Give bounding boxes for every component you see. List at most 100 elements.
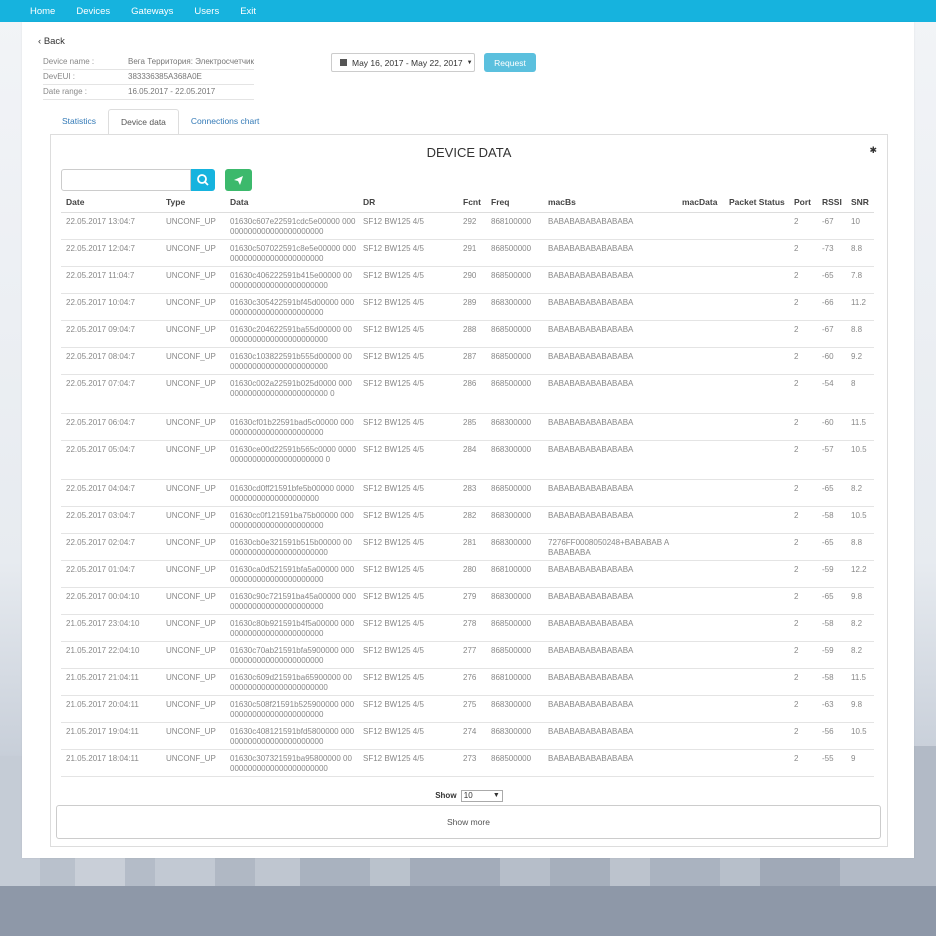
col-data[interactable]: Data xyxy=(230,197,248,207)
row-data: 01630c70ab21591bfa5900000 00000000000000… xyxy=(230,646,355,665)
row-data: 01630c90c721591ba45a00000 00000000000000… xyxy=(230,592,356,611)
nav-exit[interactable]: Exit xyxy=(240,6,256,17)
row-macbs: BABABABABABABABA xyxy=(548,325,634,334)
row-macbs: BABABABABABABABA xyxy=(548,418,634,427)
back-link[interactable]: ‹ Back xyxy=(38,36,65,47)
request-button[interactable]: Request xyxy=(484,53,536,72)
row-rssi: -59 xyxy=(822,646,834,655)
row-macbs: BABABABABABABABA xyxy=(548,619,634,628)
row-fcnt: 284 xyxy=(463,445,477,454)
row-rssi: -58 xyxy=(822,673,834,682)
page-size-control: Show 10 ▼ xyxy=(51,790,887,802)
row-macbs: BABABABABABABABA xyxy=(548,592,634,601)
top-navbar: Home Devices Gateways Users Exit xyxy=(0,0,936,22)
row-dr: SF12 BW125 4/5 xyxy=(363,379,424,388)
row-freq: 868300000 xyxy=(491,538,532,547)
col-date[interactable]: Date xyxy=(66,197,84,207)
row-fcnt: 289 xyxy=(463,298,477,307)
row-macbs: 7276FF0008050248+BABABAB ABABABABA xyxy=(548,538,670,557)
date-range-picker[interactable]: May 16, 2017 - May 22, 2017 ▼ xyxy=(331,53,475,72)
row-date: 21.05.2017 23:04:10 xyxy=(66,619,140,628)
row-fcnt: 279 xyxy=(463,592,477,601)
tab-statistics[interactable]: Statistics xyxy=(50,109,108,133)
device-data-card: DEVICE DATA ✱ Date Type Data DR Fcnt Fre… xyxy=(50,134,888,847)
gear-icon[interactable]: ✱ xyxy=(869,145,877,156)
back-label: Back xyxy=(43,36,65,47)
row-macbs: BABABABABABABABA xyxy=(548,646,634,655)
row-freq: 868300000 xyxy=(491,418,532,427)
tab-connections-chart[interactable]: Connections chart xyxy=(179,109,272,133)
row-macbs: BABABABABABABABA xyxy=(548,700,634,709)
col-freq[interactable]: Freq xyxy=(491,197,509,207)
nav-devices[interactable]: Devices xyxy=(76,6,110,17)
table-row: 22.05.2017 13:04:7 UNCONF_UP 01630c607e225… xyxy=(61,213,874,240)
row-dr: SF12 BW125 4/5 xyxy=(363,217,424,226)
col-dr[interactable]: DR xyxy=(363,197,375,207)
nav-gateways[interactable]: Gateways xyxy=(131,6,173,17)
show-label: Show xyxy=(435,791,457,801)
table-row: 22.05.2017 07:04:7 UNCONF_UP 01630c002a225… xyxy=(61,375,874,414)
row-fcnt: 278 xyxy=(463,619,477,628)
col-rssi[interactable]: RSSI xyxy=(822,197,842,207)
caret-down-icon: ▼ xyxy=(492,792,500,799)
row-freq: 868300000 xyxy=(491,700,532,709)
row-data: 01630cb0e321591b515b00000 00000000000000… xyxy=(230,538,352,557)
date-range-value: 16.05.2017 - 22.05.2017 xyxy=(128,87,216,96)
row-snr: 10.5 xyxy=(851,445,867,454)
row-fcnt: 288 xyxy=(463,325,477,334)
row-dr: SF12 BW125 4/5 xyxy=(363,619,424,628)
col-fcnt[interactable]: Fcnt xyxy=(463,197,481,207)
tab-device-data[interactable]: Device data xyxy=(108,109,179,137)
col-packet-status[interactable]: Packet Status xyxy=(729,197,785,207)
tab-bar: Statistics Device data Connections chart xyxy=(50,109,272,137)
row-type: UNCONF_UP xyxy=(166,727,216,736)
search-input[interactable] xyxy=(61,169,191,191)
row-macbs: BABABABABABABABA xyxy=(548,511,634,520)
row-fcnt: 282 xyxy=(463,511,477,520)
table-row: 21.05.2017 20:04:11 UNCONF_UP 01630c508f21… xyxy=(61,696,874,723)
col-macbs[interactable]: macBs xyxy=(548,197,576,207)
row-dr: SF12 BW125 4/5 xyxy=(363,646,424,655)
send-button[interactable] xyxy=(225,169,252,191)
row-macbs: BABABABABABABABA xyxy=(548,244,634,253)
row-rssi: -60 xyxy=(822,418,834,427)
table-row: 22.05.2017 03:04:7 UNCONF_UP 01630cc0f1215… xyxy=(61,507,874,534)
row-data: 01630cc0f121591ba75b00000 00000000000000… xyxy=(230,511,354,530)
col-snr[interactable]: SNR xyxy=(851,197,869,207)
row-fcnt: 292 xyxy=(463,217,477,226)
row-rssi: -67 xyxy=(822,217,834,226)
search-button[interactable] xyxy=(191,169,215,191)
row-freq: 868500000 xyxy=(491,325,532,334)
nav-home[interactable]: Home xyxy=(30,6,55,17)
row-macbs: BABABABABABABABA xyxy=(548,484,634,493)
col-macdata[interactable]: macData xyxy=(682,197,717,207)
row-rssi: -60 xyxy=(822,352,834,361)
row-macbs: BABABABABABABABA xyxy=(548,379,634,388)
row-rssi: -54 xyxy=(822,379,834,388)
row-port: 2 xyxy=(794,217,799,226)
row-rssi: -65 xyxy=(822,484,834,493)
col-type[interactable]: Type xyxy=(166,197,185,207)
table-row: 22.05.2017 09:04:7 UNCONF_UP 01630c2046225… xyxy=(61,321,874,348)
row-type: UNCONF_UP xyxy=(166,538,216,547)
row-snr: 8.2 xyxy=(851,646,863,655)
page-size-select[interactable]: 10 ▼ xyxy=(460,790,503,802)
nav-users[interactable]: Users xyxy=(194,6,219,17)
row-freq: 868500000 xyxy=(491,619,532,628)
row-port: 2 xyxy=(794,244,799,253)
row-type: UNCONF_UP xyxy=(166,565,216,574)
show-more-button[interactable]: Show more xyxy=(56,805,881,839)
row-port: 2 xyxy=(794,484,799,493)
row-freq: 868300000 xyxy=(491,298,532,307)
row-type: UNCONF_UP xyxy=(166,700,216,709)
row-snr: 11.5 xyxy=(851,673,866,682)
row-data: 01630ca0d521591bfa5a00000 00000000000000… xyxy=(230,565,355,584)
col-port[interactable]: Port xyxy=(794,197,811,207)
row-macbs: BABABABABABABABA xyxy=(548,298,634,307)
row-rssi: -58 xyxy=(822,511,834,520)
row-snr: 7.8 xyxy=(851,271,863,280)
row-snr: 12.2 xyxy=(851,565,867,574)
row-dr: SF12 BW125 4/5 xyxy=(363,271,424,280)
row-fcnt: 281 xyxy=(463,538,477,547)
row-fcnt: 287 xyxy=(463,352,477,361)
